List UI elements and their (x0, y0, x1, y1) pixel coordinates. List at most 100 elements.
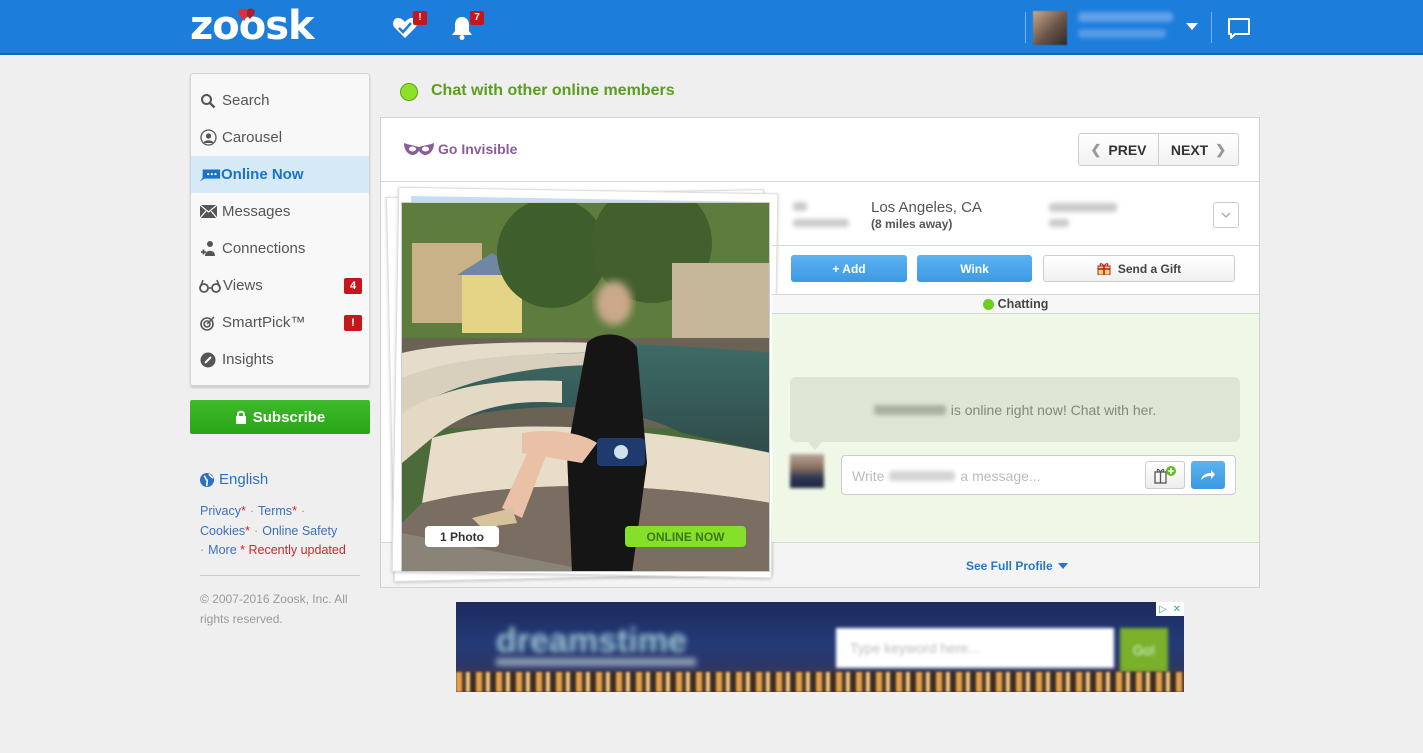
chevron-left-icon: ❮ (1090, 141, 1102, 157)
sidebar-item-carousel[interactable]: Carousel (191, 119, 369, 156)
profile-city: Los Angeles, CA (871, 199, 982, 216)
chatting-status-dot-icon (982, 298, 994, 310)
chevron-down-icon (1221, 212, 1231, 218)
attach-gift-button[interactable] (1145, 461, 1185, 489)
go-invisible-label: Go Invisible (438, 141, 518, 157)
smartpick-top-button[interactable]: ! (391, 11, 427, 42)
ad-search-input[interactable]: Type keyword here... (836, 628, 1114, 668)
prev-button[interactable]: ❮ PREV (1079, 134, 1158, 165)
chat-area: is online right now! Chat with her. Writ… (772, 314, 1259, 542)
photo-count-button[interactable]: 1 Photo (425, 526, 499, 547)
add-button[interactable]: + Add (791, 255, 907, 282)
sidebar-item-messages[interactable]: Messages (191, 193, 369, 230)
profile-actions: + Add Wink Send a Gift (772, 247, 1259, 294)
member-name-blurred (873, 404, 946, 415)
views-count-badge: 4 (344, 278, 362, 294)
age-blurred (793, 202, 807, 211)
notifications-badge: 7 (470, 11, 484, 25)
target-icon (199, 314, 217, 332)
go-invisible-button[interactable]: Go Invisible (403, 141, 517, 157)
carousel-icon (199, 129, 217, 147)
mask-icon (404, 143, 434, 155)
sidebar-item-label: Insights (222, 351, 274, 368)
online-status-dot-icon (400, 83, 418, 101)
footer-links: Privacy* · Terms* · Cookies* · Online Safety … (200, 504, 346, 557)
adchoices-icon[interactable]: ▷ (1159, 604, 1167, 615)
privacy-link[interactable]: Privacy* (200, 504, 246, 518)
cookies-link[interactable]: Cookies* (200, 524, 250, 538)
sidebar-item-label: SmartPick™ (222, 314, 306, 331)
notifications-button[interactable]: 7 (448, 11, 484, 42)
send-message-button[interactable] (1191, 461, 1225, 489)
sidebar-item-label: Search (222, 92, 270, 109)
see-full-profile-link[interactable]: See Full Profile (966, 559, 1068, 573)
username-blurred (1049, 203, 1117, 212)
age-label-blurred (793, 219, 849, 227)
language-label: English (219, 471, 269, 488)
chat-bubble-icon[interactable] (1227, 17, 1251, 41)
height-blurred (1049, 219, 1069, 227)
lock-icon (235, 410, 246, 424)
globe-icon (200, 472, 214, 487)
divider (1211, 12, 1212, 43)
glasses-icon (199, 277, 221, 295)
zoosk-logo[interactable]: zoosk (190, 6, 315, 46)
sidebar-item-search[interactable]: Search (191, 82, 369, 119)
chevron-right-icon: ❯ (1215, 141, 1227, 157)
ad-brand: dreamstime (496, 622, 687, 660)
user-avatar[interactable] (1033, 11, 1067, 45)
online-safety-link[interactable]: Online Safety (262, 524, 337, 538)
sidebar-item-label: Views (223, 277, 263, 294)
chat-status-bar: Chatting (772, 294, 1259, 314)
send-arrow-icon (1201, 470, 1215, 480)
recently-updated-note: * Recently updated (240, 543, 346, 557)
search-icon (199, 92, 217, 110)
close-ad-icon[interactable]: ✕ (1173, 604, 1181, 615)
sidebar-item-label: Connections (222, 240, 306, 257)
chat-prompt-bubble: is online right now! Chat with her. (790, 377, 1240, 450)
sidebar-item-smartpick[interactable]: SmartPick™ ! (191, 304, 369, 341)
sidebar-item-connections[interactable]: Connections (191, 230, 369, 267)
terms-link[interactable]: Terms* (258, 504, 297, 518)
sidebar-item-label: Online Now (221, 166, 304, 183)
chat-status-label: Chatting (997, 297, 1049, 311)
send-gift-button[interactable]: Send a Gift (1043, 255, 1235, 282)
language-selector[interactable]: English (200, 471, 268, 488)
online-chat-icon (199, 166, 221, 184)
profile-info-row: Los Angeles, CA (8 miles away) (772, 183, 1259, 246)
ad-go-button[interactable]: Go! (1120, 628, 1168, 672)
message-composer: Write a message... (841, 455, 1236, 495)
smartpick-alert-badge: ! (344, 315, 362, 331)
message-input[interactable]: Write a message... (852, 465, 1142, 487)
profile-photo[interactable] (401, 202, 770, 572)
more-link[interactable]: More (208, 543, 236, 557)
sidebar-item-label: Messages (222, 203, 291, 220)
sidebar-nav: Search Carousel Online Now Messages Conn… (190, 73, 370, 386)
caret-down-icon (1057, 563, 1068, 569)
heart-icon (237, 8, 255, 21)
member-name-blurred (889, 471, 956, 481)
next-button[interactable]: NEXT ❯ (1158, 134, 1238, 165)
user-name-blurred (1078, 12, 1173, 22)
page-title: Chat with other online members (431, 82, 675, 99)
sidebar-item-views[interactable]: Views 4 (191, 267, 369, 304)
ad-tagline-blurred (496, 658, 696, 666)
envelope-icon (199, 203, 217, 221)
copyright-text: © 2007-2016 Zoosk, Inc. All rights reser… (200, 592, 348, 626)
user-location-blurred (1078, 29, 1166, 38)
sidebar-item-insights[interactable]: Insights (191, 341, 369, 378)
card-header: Go Invisible ❮ PREV NEXT ❯ (381, 118, 1259, 182)
subscribe-button[interactable]: Subscribe (190, 400, 370, 434)
smartpick-badge: ! (413, 11, 427, 25)
my-avatar (790, 454, 824, 488)
more-options-button[interactable] (1213, 202, 1239, 228)
ad-skyline-image (456, 672, 1184, 692)
user-menu-caret-icon[interactable] (1186, 23, 1198, 30)
top-navigation-bar: zoosk ! 7 (0, 0, 1423, 55)
profile-distance: (8 miles away) (871, 217, 953, 231)
advertisement-banner[interactable]: dreamstime Type keyword here... Go! ▷ ✕ (456, 602, 1184, 692)
divider (1025, 12, 1026, 43)
wink-button[interactable]: Wink (917, 255, 1032, 282)
ad-choices-close[interactable]: ▷ ✕ (1156, 602, 1184, 616)
sidebar-item-online-now[interactable]: Online Now (191, 156, 369, 193)
